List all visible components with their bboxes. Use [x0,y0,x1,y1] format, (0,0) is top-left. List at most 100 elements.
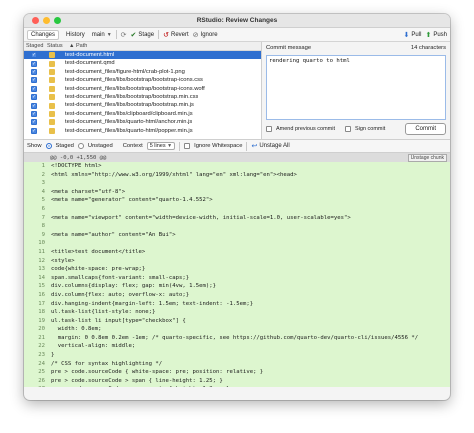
push-button[interactable]: ⬆ Push [425,31,447,39]
new-line-number: 10 [38,240,45,247]
diff-line: 5 <meta name="generator" content="quarto-… [24,196,450,205]
old-line-number [24,179,37,188]
header-status[interactable]: Status [45,42,67,50]
diff-code: div.columns{display: flex; gap: min(4vw,… [51,283,217,290]
staged-checkbox[interactable]: ✓ [31,102,37,109]
ignore-label: Ignore [200,31,218,38]
new-line-number: 14 [38,274,45,281]
context-label: Context [122,143,143,149]
new-line-number: 17 [38,300,45,307]
diff-code: <meta charset="utf-8"> [51,188,126,195]
old-line-number [24,162,37,171]
diff-code: <title>test document</title> [51,248,146,255]
diff-code: pre > code.sourceCode > span { line-heig… [51,377,223,384]
file-row[interactable]: ✓ test-document.qmd [24,59,261,67]
sign-label: Sign commit [355,126,386,132]
diff-line: 18 ul.task-list{list-style: none;} [24,308,450,317]
old-line-number [24,265,37,274]
diff-line: 7 <meta name="viewport" content="width=de… [24,214,450,223]
new-line-number: 2 [41,171,45,178]
unstaged-radio[interactable] [77,143,84,149]
staged-radio[interactable] [45,143,52,149]
diff-line: 15 div.columns{display: flex; gap: min(4v… [24,282,450,291]
unstage-chunk-button[interactable]: Unstage chunk [407,153,447,162]
staged-checkbox[interactable]: ✓ [31,94,37,101]
old-line-number [24,317,37,326]
revert-button[interactable]: ↺ Revert [163,31,189,39]
file-row[interactable]: ✓ test-document_files/libs/bootstrap/boo… [24,101,261,109]
staged-checkbox[interactable]: ✓ [31,68,37,75]
context-select[interactable]: 5 lines ▼ [146,142,176,150]
file-path: test-document_files/libs/bootstrap/boots… [65,77,203,84]
file-row[interactable]: ✓ test-document_files/libs/bootstrap/boo… [24,76,261,84]
tab-history[interactable]: History [63,31,88,39]
unstage-icon: ↩ [251,143,258,150]
stage-button[interactable]: ✔ Stage [131,31,155,39]
diff-line: 10 [24,239,450,248]
diff-code [47,205,51,214]
header-path[interactable]: ▲ Path [67,42,261,50]
diff-line: 19 ul.task-list li input[type="checkbox"]… [24,317,450,326]
push-label: Push [433,31,447,38]
staged-checkbox[interactable]: ✓ [31,85,37,92]
file-row[interactable]: ✓ test-document_files/figure-html/crab-p… [24,68,261,76]
sign-checkbox[interactable] [345,126,351,132]
staged-checkbox[interactable]: ✓ [31,127,37,134]
amend-label: Amend previous commit [276,126,335,132]
commit-header: Commit message 14 characters [266,45,446,53]
file-row[interactable]: ✓ test-document_files/libs/clipboard/cli… [24,110,261,118]
diff-code: span.smallcaps{font-variant: small-caps;… [51,274,190,281]
ignore-button[interactable]: ⊘ Ignore [193,31,218,39]
context-select-value: 5 lines [149,143,166,149]
file-row[interactable]: ✓ test-document_files/libs/quarto-html/a… [24,118,261,126]
close-window-button[interactable] [32,17,39,24]
window-controls [32,17,61,24]
toolbar: Changes History main ▼ ⟳ ✔ Stage ↺ Rever… [24,28,450,42]
file-path: test-document_files/libs/bootstrap/boots… [65,85,205,92]
pull-button[interactable]: ⬇ Pull [404,31,422,39]
staged-checkbox[interactable]: ✓ [31,77,37,84]
file-row[interactable]: ✓ test-document.html [24,51,261,60]
unstage-all-button[interactable]: ↩ Unstage All [251,142,289,150]
zoom-window-button[interactable] [54,17,61,24]
minimize-window-button[interactable] [43,17,50,24]
commit-button[interactable]: Commit [405,123,446,135]
new-line-number: 18 [38,309,45,316]
header-staged[interactable]: Staged [24,42,45,50]
file-row[interactable]: ✓ test-document_files/libs/quarto-html/p… [24,127,261,135]
staged-checkbox[interactable]: ✓ [31,52,37,59]
diff-view[interactable]: 1 <!DOCTYPE html> 2 <html xmlns="http://www… [24,162,450,387]
new-line-number: 22 [38,343,45,350]
diff-line: 2 <html xmlns="http://www.w3.org/1999/xht… [24,171,450,180]
file-path: test-document_files/figure-html/crab-plo… [65,68,185,75]
diff-code: ul.task-list li input[type="checkbox"] { [51,317,186,324]
staged-checkbox[interactable]: ✓ [31,110,37,117]
old-line-number [24,360,37,369]
file-path: test-document_files/libs/clipboard/clipb… [65,110,193,117]
old-line-number [24,239,37,248]
staged-checkbox[interactable]: ✓ [31,60,37,67]
new-line-number: 1 [41,163,45,169]
file-row[interactable]: ✓ test-document_files/libs/bootstrap/boo… [24,85,261,93]
diff-code: <meta name="author" content="An Bui"> [51,231,176,238]
old-line-number [24,377,37,386]
commit-message-input[interactable]: rendering quarto to html [266,55,446,120]
staged-checkbox[interactable]: ✓ [31,119,37,126]
diff-line: 13 code{white-space: pre-wrap;} [24,265,450,274]
diff-line: 11 <title>test document</title> [24,248,450,257]
file-row[interactable]: ✓ test-document_files/libs/bootstrap/boo… [24,93,261,101]
old-line-number [24,231,37,240]
diff-line: 21 margin: 0 0.8em 0.2em -1em; /* quarto… [24,334,450,343]
branch-selector[interactable]: main ▼ [92,32,112,38]
toolbar-divider [158,30,160,39]
tab-changes[interactable]: Changes [27,29,60,40]
refresh-icon[interactable]: ⟳ [121,31,127,39]
checkmark-icon: ✔ [130,31,137,39]
diff-code: code{white-space: pre-wrap;} [51,266,146,273]
amend-checkbox[interactable] [266,126,272,132]
options-divider [246,141,248,151]
old-line-number [24,222,37,231]
old-line-number [24,300,37,309]
ignore-whitespace-checkbox[interactable] [184,143,191,149]
new-line-number: 6 [41,205,45,212]
